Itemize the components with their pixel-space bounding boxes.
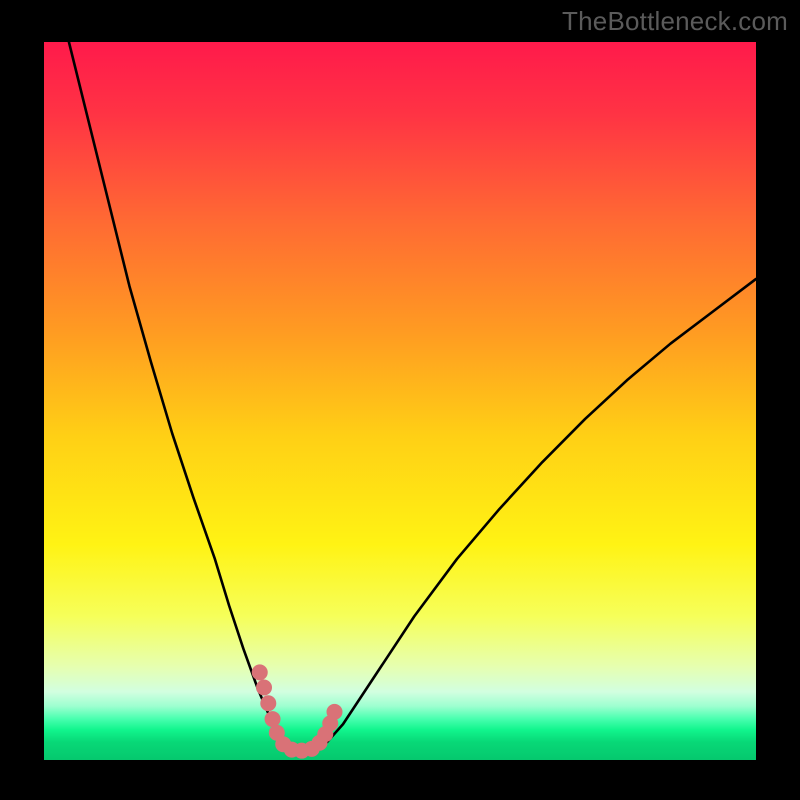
watermark-text: TheBottleneck.com bbox=[562, 6, 788, 37]
chart-container: TheBottleneck.com bbox=[0, 0, 800, 800]
data-marker bbox=[256, 679, 272, 695]
data-marker bbox=[327, 704, 343, 720]
data-marker bbox=[260, 695, 276, 711]
data-marker bbox=[265, 711, 281, 727]
gradient-background bbox=[44, 42, 756, 760]
chart-svg bbox=[44, 42, 756, 760]
plot-area bbox=[44, 42, 756, 760]
data-marker bbox=[252, 664, 268, 680]
